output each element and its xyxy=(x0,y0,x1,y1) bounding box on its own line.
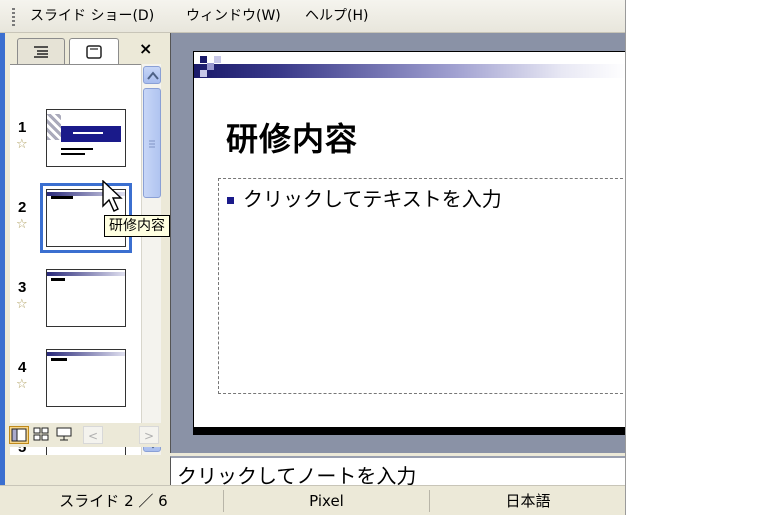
scroll-left-button[interactable]: < xyxy=(83,426,103,444)
scroll-up-button[interactable] xyxy=(143,66,161,84)
animation-star-icon: ☆ xyxy=(16,377,28,392)
slide-thumbnail[interactable] xyxy=(46,109,126,167)
slide-thumbnail-row[interactable]: 4 ☆ xyxy=(10,347,141,427)
grip-icon xyxy=(149,140,155,148)
slide-canvas[interactable]: 研修内容 クリックしてテキストを入力 xyxy=(193,51,625,427)
slide-number: 3 xyxy=(18,279,27,296)
pixel-decoration xyxy=(200,56,221,77)
slide-shadow xyxy=(197,427,625,435)
slide-thumbnail-list: 1 ☆ 2 ☆ 3 ☆ 4 ☆ 5 xyxy=(10,64,141,455)
slide-thumbnail-row[interactable]: 3 ☆ xyxy=(10,267,141,347)
body-placeholder-text: クリックしてテキストを入力 xyxy=(243,187,502,211)
menu-window[interactable]: ウィンドウ(W) xyxy=(186,7,281,25)
menu-slideshow[interactable]: スライド ショー(D) xyxy=(30,7,154,25)
slides-pane: × 1 ☆ 2 ☆ 3 ☆ 4 ☆ 5 xyxy=(5,33,162,485)
view-buttons-bar: < > xyxy=(5,423,162,447)
tab-outline[interactable] xyxy=(17,38,65,64)
powerpoint-window: スライド ショー(D) ウィンドウ(W) ヘルプ(H) × 1 ☆ 2 ☆ 3 … xyxy=(0,0,626,515)
slide-title[interactable]: 研修内容 xyxy=(226,114,358,160)
slide-number: 2 xyxy=(18,199,27,216)
scroll-thumb[interactable] xyxy=(143,88,161,198)
slide-thumbnail[interactable] xyxy=(46,269,126,327)
body-placeholder[interactable]: クリックしてテキストを入力 xyxy=(218,178,625,394)
status-bar: スライド 2 ／ 6 Pixel 日本語 xyxy=(0,485,625,515)
outline-icon xyxy=(34,45,48,58)
animation-star-icon: ☆ xyxy=(16,217,28,232)
slide-number: 4 xyxy=(18,359,27,376)
vertical-scrollbar[interactable] xyxy=(141,64,161,455)
normal-view-button[interactable] xyxy=(9,426,29,444)
design-template-status: Pixel xyxy=(224,490,430,512)
slide-thumbnail-row[interactable]: 1 ☆ xyxy=(10,107,141,187)
slide-icon xyxy=(86,44,102,59)
slide-number: 1 xyxy=(18,119,27,136)
notes-pane[interactable]: クリックしてノートを入力 xyxy=(170,456,625,486)
slide-title-tooltip: 研修内容 xyxy=(104,215,170,237)
language-status: 日本語 xyxy=(505,492,551,510)
menu-bar: スライド ショー(D) ウィンドウ(W) ヘルプ(H) xyxy=(0,0,625,33)
mouse-cursor-icon xyxy=(102,180,123,212)
grid-icon xyxy=(33,427,49,441)
close-icon[interactable]: × xyxy=(139,39,152,59)
animation-star-icon: ☆ xyxy=(16,137,28,152)
slideshow-view-button[interactable] xyxy=(55,426,75,444)
scroll-right-button[interactable]: > xyxy=(139,426,159,444)
slide-thumbnail[interactable] xyxy=(46,349,126,407)
chevron-up-icon xyxy=(147,71,159,80)
slide-position-status: スライド 2 ／ 6 xyxy=(4,490,224,512)
slide-sorter-button[interactable] xyxy=(32,426,52,444)
bullet-icon xyxy=(227,197,234,204)
tab-slides[interactable] xyxy=(69,38,119,64)
projector-screen-icon xyxy=(56,427,72,441)
design-band xyxy=(194,64,625,78)
toolbar-grip[interactable] xyxy=(12,8,15,26)
slide-editing-area: 研修内容 クリックしてテキストを入力 xyxy=(170,33,625,453)
normal-view-icon xyxy=(11,428,27,442)
notes-placeholder-text: クリックしてノートを入力 xyxy=(177,464,417,486)
menu-help[interactable]: ヘルプ(H) xyxy=(305,7,368,25)
animation-star-icon: ☆ xyxy=(16,297,28,312)
